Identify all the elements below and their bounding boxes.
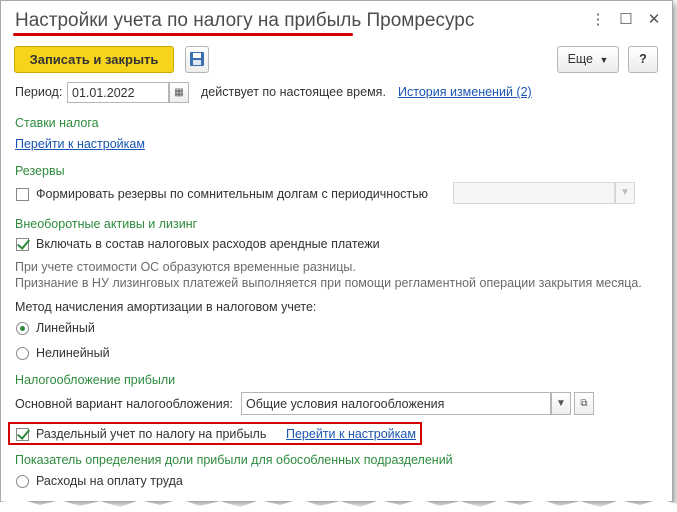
separate-accounting-checkbox[interactable] xyxy=(16,428,29,441)
dropdown-arrow-icon: ▼ xyxy=(599,55,609,65)
separate-accounting-label: Раздельный учет по налогу на прибыль xyxy=(36,427,267,441)
history-link[interactable]: История изменений (2) xyxy=(398,85,532,99)
lease-payments-label: Включать в состав налоговых расходов аре… xyxy=(36,237,380,251)
save-and-close-button[interactable]: Записать и закрыть xyxy=(14,46,174,73)
tax-variant-dropdown-button[interactable]: ▼ xyxy=(551,392,571,415)
tax-rates-settings-link[interactable]: Перейти к настройкам xyxy=(15,137,145,151)
tax-variant-open-button[interactable]: ⧉ xyxy=(574,392,594,415)
floppy-disk-icon xyxy=(190,52,204,66)
reserves-checkbox[interactable] xyxy=(16,188,29,201)
window-title: Настройки учета по налогу на прибыль Про… xyxy=(15,10,475,31)
fixed-assets-hint-1: При учете стоимости ОС образуются времен… xyxy=(15,260,356,274)
calendar-icon: ▦ xyxy=(174,87,184,98)
periodicity-dropdown-button[interactable]: ▼ xyxy=(615,182,635,204)
settings-window: Настройки учета по налогу на прибыль Про… xyxy=(0,0,673,502)
period-label: Период: xyxy=(15,85,63,99)
labor-costs-label: Расходы на оплату труда xyxy=(36,474,183,488)
tax-variant-label: Основной вариант налогообложения: xyxy=(15,397,233,411)
help-button[interactable]: ? xyxy=(628,46,658,73)
dropdown-arrow-icon: ▼ xyxy=(620,187,630,198)
lease-payments-checkbox[interactable] xyxy=(16,238,29,251)
separate-accounting-settings-link[interactable]: Перейти к настройкам xyxy=(286,427,416,441)
maximize-icon[interactable]: ☐ xyxy=(615,9,637,31)
period-status: действует по настоящее время. xyxy=(201,85,386,99)
reserves-checkbox-label: Формировать резервы по сомнительным долг… xyxy=(36,187,429,201)
tax-rates-heading: Ставки налога xyxy=(15,116,99,130)
profit-tax-heading: Налогообложение прибыли xyxy=(15,373,176,387)
close-icon[interactable]: ✕ xyxy=(643,9,665,31)
nonlinear-radio-label: Нелинейный xyxy=(36,346,110,360)
more-button[interactable]: Еще ▼ xyxy=(557,46,619,73)
dropdown-arrow-icon: ▼ xyxy=(556,398,566,409)
save-button[interactable] xyxy=(185,46,209,73)
open-form-icon: ⧉ xyxy=(580,398,588,409)
title-red-underline xyxy=(13,33,353,36)
labor-costs-radio[interactable] xyxy=(16,475,29,488)
share-indicator-heading: Показатель определения доли прибыли для … xyxy=(15,453,453,467)
linear-radio-label: Линейный xyxy=(36,321,95,335)
calendar-button[interactable]: ▦ xyxy=(169,82,189,103)
reserves-heading: Резервы xyxy=(15,164,65,178)
more-button-label: Еще xyxy=(567,52,594,66)
fixed-assets-hint-2: Признание в НУ лизинговых платежей выпол… xyxy=(15,276,642,290)
torn-edge-decoration xyxy=(0,499,677,512)
linear-radio[interactable] xyxy=(16,322,29,335)
nonlinear-radio[interactable] xyxy=(16,347,29,360)
period-date-input[interactable]: 01.01.2022 xyxy=(67,82,169,103)
fixed-assets-heading: Внеоборотные активы и лизинг xyxy=(15,217,198,231)
tax-variant-select[interactable]: Общие условия налогообложения xyxy=(241,392,551,415)
more-actions-icon[interactable]: ⋮ xyxy=(587,9,609,31)
depreciation-method-label: Метод начисления амортизации в налоговом… xyxy=(15,300,317,314)
reserves-periodicity-select[interactable] xyxy=(453,182,615,204)
